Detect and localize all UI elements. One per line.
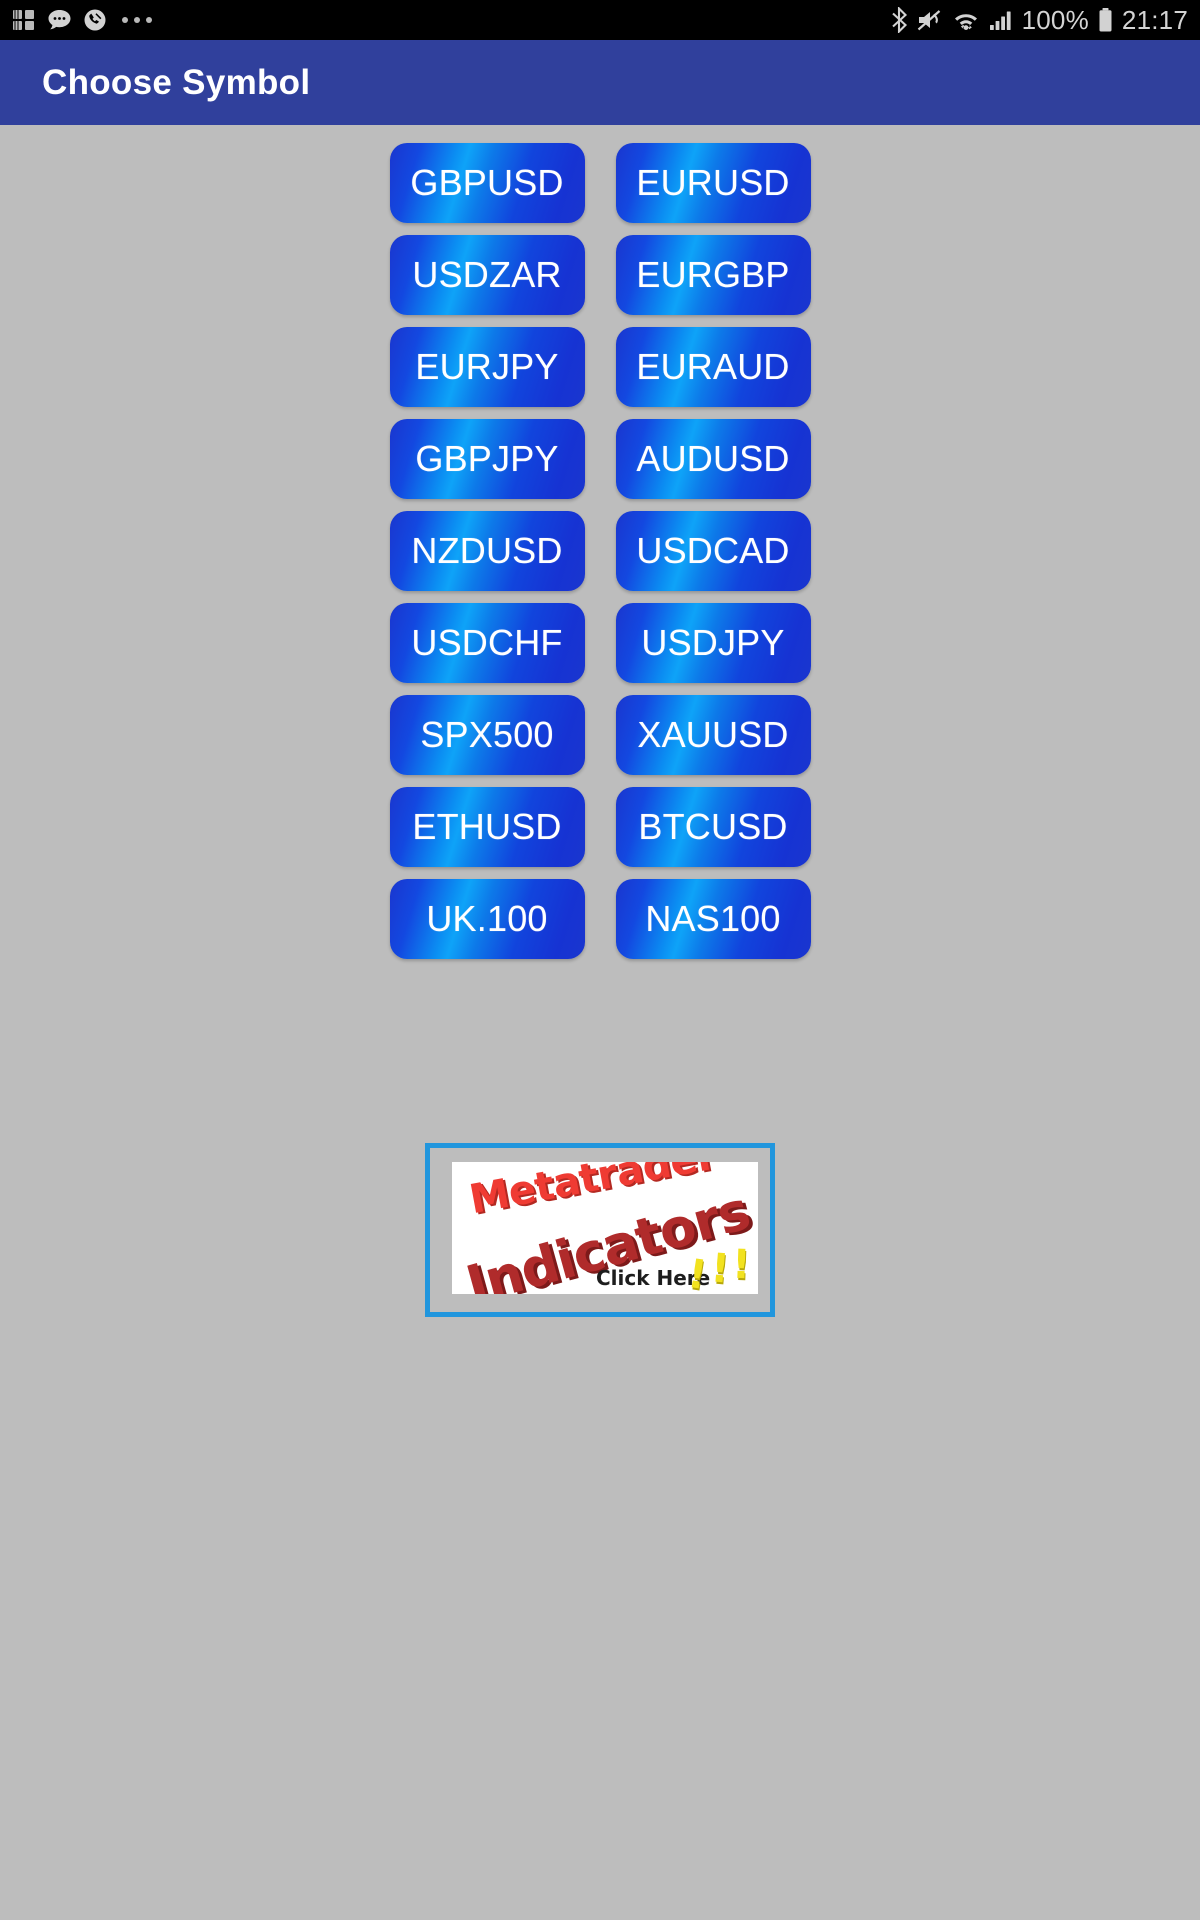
ad-banner-image: Metatrader Indicators Click Here ! ! ! — [452, 1162, 758, 1294]
symbol-column-right: EURUSD EURGBP EURAUD AUDUSD USDCAD USDJP… — [615, 143, 811, 959]
symbol-button-usdcad[interactable]: USDCAD — [615, 511, 811, 591]
symbol-grid: GBPUSD USDZAR EURJPY GBPJPY NZDUSD USDCH… — [0, 143, 1200, 959]
symbol-button-uk100[interactable]: UK.100 — [389, 879, 585, 959]
symbol-button-nzdusd[interactable]: NZDUSD — [389, 511, 585, 591]
symbol-button-usdchf[interactable]: USDCHF — [389, 603, 585, 683]
symbol-button-xauusd[interactable]: XAUUSD — [615, 695, 811, 775]
symbol-button-eurjpy[interactable]: EURJPY — [389, 327, 585, 407]
symbol-column-left: GBPUSD USDZAR EURJPY GBPJPY NZDUSD USDCH… — [389, 143, 585, 959]
symbol-button-euraud[interactable]: EURAUD — [615, 327, 811, 407]
battery-percentage: 100% — [1021, 4, 1089, 35]
missed-call-icon — [84, 9, 106, 31]
exclamation-icon-2: ! — [708, 1245, 731, 1293]
symbol-button-ethusd[interactable]: ETHUSD — [389, 787, 585, 867]
symbol-button-usdzar[interactable]: USDZAR — [389, 235, 585, 315]
symbol-button-eurusd[interactable]: EURUSD — [615, 143, 811, 223]
symbol-button-audusd[interactable]: AUDUSD — [615, 419, 811, 499]
battery-icon — [1099, 8, 1112, 32]
main-content: GBPUSD USDZAR EURJPY GBPJPY NZDUSD USDCH… — [0, 125, 1200, 1920]
ad-banner[interactable]: Metatrader Indicators Click Here ! ! ! — [425, 1143, 775, 1317]
app-grid-icon — [13, 10, 34, 30]
symbol-button-btcusd[interactable]: BTCUSD — [615, 787, 811, 867]
wifi-icon — [954, 14, 977, 30]
status-bar-right-icons: 100% 21:17 — [890, 5, 1188, 36]
symbol-button-spx500[interactable]: SPX500 — [389, 695, 585, 775]
symbol-button-nas100[interactable]: NAS100 — [615, 879, 811, 959]
status-bar-left-icons — [12, 8, 152, 32]
mute-icon — [917, 10, 940, 31]
symbol-button-gbpjpy[interactable]: GBPJPY — [389, 419, 585, 499]
status-bar-clock: 21:17 — [1121, 4, 1188, 35]
symbol-button-eurgbp[interactable]: EURGBP — [615, 235, 811, 315]
ad-exclamation-marks: ! ! ! — [685, 1242, 751, 1294]
cellular-signal-icon — [989, 11, 1011, 30]
status-bar: 100% 21:17 — [0, 0, 1200, 40]
app-bar: Choose Symbol — [0, 40, 1200, 125]
bluetooth-icon — [891, 7, 907, 33]
symbol-button-usdjpy[interactable]: USDJPY — [615, 603, 811, 683]
message-bubble-icon — [48, 10, 71, 30]
more-dots-icon — [122, 17, 152, 23]
page-title: Choose Symbol — [42, 62, 311, 102]
exclamation-icon-3: ! — [731, 1241, 751, 1289]
symbol-button-gbpusd[interactable]: GBPUSD — [389, 143, 585, 223]
